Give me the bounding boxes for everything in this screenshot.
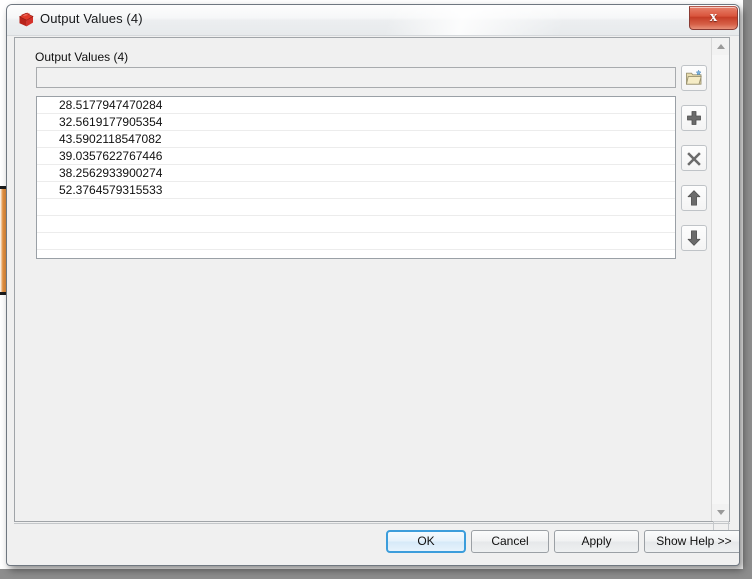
close-icon: x: [709, 9, 718, 25]
value-row[interactable]: 39.0357622767446: [37, 148, 675, 165]
add-button[interactable]: [681, 105, 707, 131]
dialog-button-bar: OK Cancel Apply Show Help >>: [14, 523, 739, 559]
value-row[interactable]: 28.5177947470284: [37, 97, 675, 114]
value-row[interactable]: 38.2562933900274: [37, 165, 675, 182]
scrollbar-track[interactable]: [712, 55, 729, 504]
value-row-empty[interactable]: [37, 233, 675, 250]
value-row-empty[interactable]: [37, 216, 675, 233]
remove-button[interactable]: [681, 145, 707, 171]
panel-scrollbar[interactable]: [711, 38, 729, 521]
move-up-button[interactable]: [681, 185, 707, 211]
move-down-button[interactable]: [681, 225, 707, 251]
value-row-empty[interactable]: [37, 199, 675, 216]
cancel-button[interactable]: Cancel: [471, 530, 549, 553]
output-values-dialog: Output Values (4) x Output Values (4) 28…: [6, 4, 740, 566]
background-bottom-band: [0, 569, 752, 579]
scrollbar-down-arrow-icon[interactable]: [712, 504, 729, 521]
apply-button[interactable]: Apply: [554, 530, 639, 553]
dialog-titlebar[interactable]: Output Values (4) x: [7, 5, 739, 36]
scrollbar-up-arrow-icon[interactable]: [712, 38, 729, 55]
background-right-band: [743, 0, 752, 579]
ok-button[interactable]: OK: [386, 530, 466, 553]
dialog-title: Output Values (4): [40, 11, 143, 26]
value-row[interactable]: 32.5619177905354: [37, 114, 675, 131]
browse-folder-button[interactable]: [681, 65, 707, 91]
close-button[interactable]: x: [689, 6, 738, 30]
knime-node-icon: [18, 12, 35, 28]
section-label: Output Values (4): [35, 50, 129, 64]
value-row[interactable]: 43.5902118547082: [37, 131, 675, 148]
output-values-list[interactable]: 28.5177947470284 32.5619177905354 43.59021…: [36, 96, 676, 259]
value-row[interactable]: 52.3764579315533: [37, 182, 675, 199]
show-help-button[interactable]: Show Help >>: [644, 530, 739, 553]
dialog-content-panel: Output Values (4) 28.5177947470284 32.561…: [14, 37, 730, 537]
output-name-input[interactable]: [36, 67, 676, 88]
